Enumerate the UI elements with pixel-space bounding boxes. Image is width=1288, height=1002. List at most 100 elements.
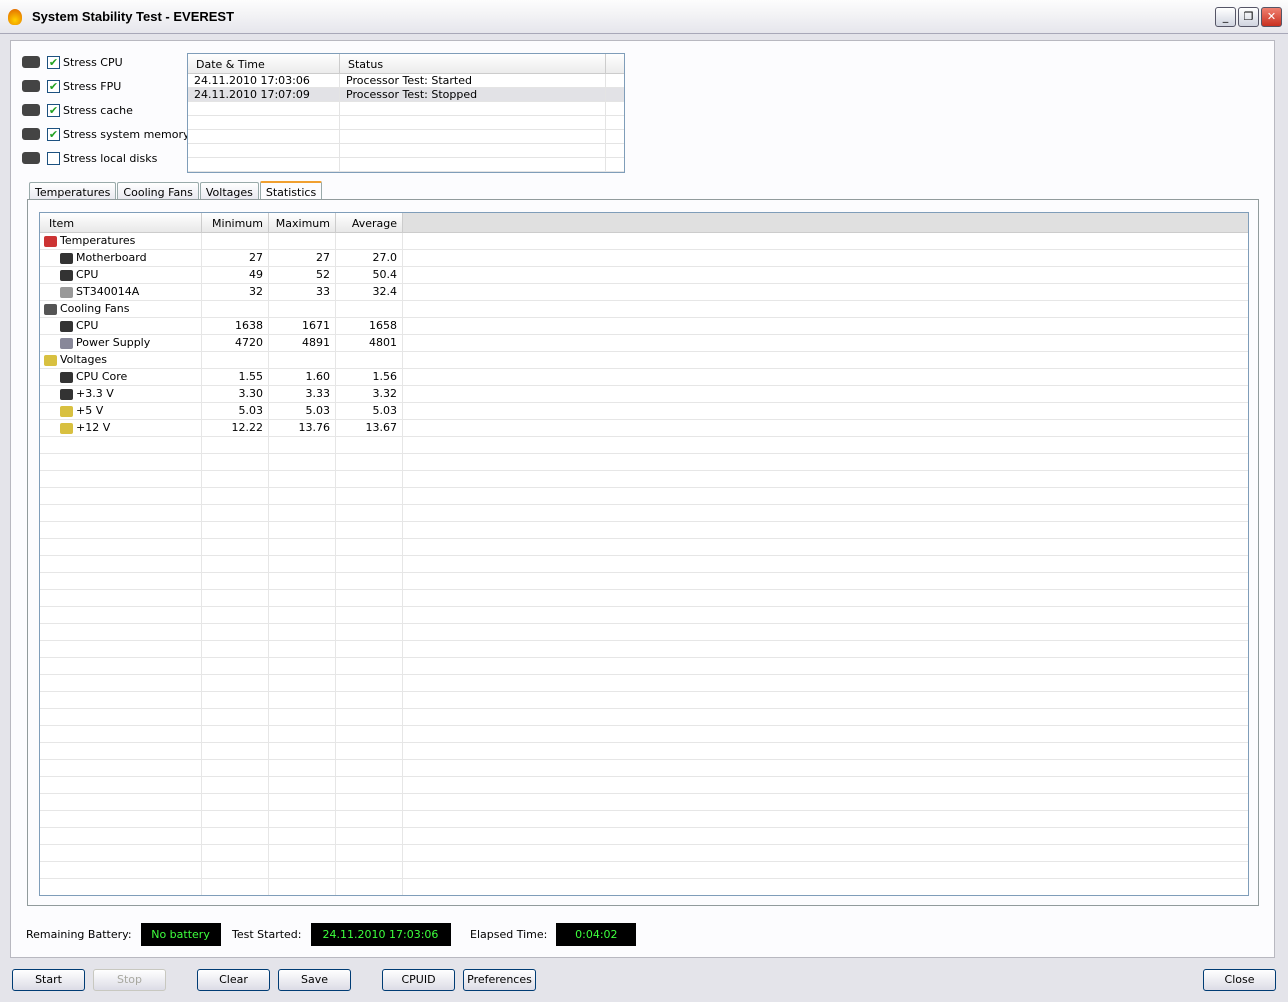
header-maximum[interactable]: Maximum	[269, 213, 336, 232]
stop-button[interactable]: Stop	[93, 969, 166, 991]
min-value	[202, 301, 269, 317]
table-row[interactable]: Voltages	[40, 352, 1248, 369]
empty-row[interactable]	[40, 573, 1248, 590]
stress-option[interactable]: Stress local disks	[22, 150, 157, 166]
empty-row[interactable]	[40, 845, 1248, 862]
checkbox[interactable]	[47, 151, 60, 165]
log-header-status[interactable]: Status	[340, 54, 606, 73]
empty-row[interactable]	[40, 658, 1248, 675]
cpuid-button[interactable]: CPUID	[382, 969, 455, 991]
log-row[interactable]	[188, 116, 624, 130]
empty-row[interactable]	[40, 862, 1248, 879]
table-row[interactable]: Power Supply 4720 4891 4801	[40, 335, 1248, 352]
log-time: 24.11.2010 17:07:09	[188, 88, 340, 101]
item-label: +3.3 V	[76, 387, 114, 400]
min-value: 27	[202, 250, 269, 266]
empty-row[interactable]	[40, 692, 1248, 709]
checkbox[interactable]: ✔	[47, 55, 60, 69]
log-row[interactable]	[188, 130, 624, 144]
header-item[interactable]: Item	[40, 213, 202, 232]
stress-option[interactable]: ✔ Stress system memory	[22, 126, 190, 142]
empty-row[interactable]	[40, 777, 1248, 794]
elapsed-value: 0:04:02	[556, 922, 637, 946]
save-button[interactable]: Save	[278, 969, 351, 991]
min-value: 1.55	[202, 369, 269, 385]
log-header-datetime[interactable]: Date & Time	[188, 54, 340, 73]
header-minimum[interactable]: Minimum	[202, 213, 269, 232]
log-time	[188, 144, 340, 157]
table-row[interactable]: Motherboard 27 27 27.0	[40, 250, 1248, 267]
preferences-button[interactable]: Preferences	[463, 969, 536, 991]
stress-option[interactable]: ✔ Stress FPU	[22, 78, 121, 94]
stress-option[interactable]: ✔ Stress CPU	[22, 54, 123, 70]
close-window-button[interactable]: ✕	[1261, 7, 1282, 27]
table-row[interactable]: Temperatures	[40, 233, 1248, 250]
test-started-label: Test Started:	[232, 927, 302, 941]
table-row[interactable]: +3.3 V 3.30 3.33 3.32	[40, 386, 1248, 403]
restore-button[interactable]: ❐	[1238, 7, 1259, 27]
avg-value: 4801	[336, 335, 403, 351]
item-label: ST340014A	[76, 285, 140, 298]
empty-row[interactable]	[40, 539, 1248, 556]
table-row[interactable]: CPU 49 52 50.4	[40, 267, 1248, 284]
battery-status: Remaining Battery: No battery	[26, 922, 221, 946]
table-row[interactable]: ST340014A 32 33 32.4	[40, 284, 1248, 301]
log-row[interactable]	[188, 144, 624, 158]
battery-value: No battery	[140, 922, 221, 946]
avg-value: 50.4	[336, 267, 403, 283]
checkbox[interactable]: ✔	[47, 127, 60, 141]
checkbox[interactable]: ✔	[47, 79, 60, 93]
empty-row[interactable]	[40, 794, 1248, 811]
empty-row[interactable]	[40, 488, 1248, 505]
empty-row[interactable]	[40, 760, 1248, 777]
table-row[interactable]: +12 V 12.22 13.76 13.67	[40, 420, 1248, 437]
empty-row[interactable]	[40, 709, 1248, 726]
empty-row[interactable]	[40, 828, 1248, 845]
log-row[interactable]	[188, 102, 624, 116]
min-value: 4720	[202, 335, 269, 351]
header-average[interactable]: Average	[336, 213, 403, 232]
item-label: +5 V	[76, 404, 104, 417]
item-label: Power Supply	[76, 336, 151, 349]
checkbox[interactable]: ✔	[47, 103, 60, 117]
min-value: 32	[202, 284, 269, 300]
empty-row[interactable]	[40, 726, 1248, 743]
log-row[interactable]	[188, 158, 624, 172]
avg-value	[336, 301, 403, 317]
table-row[interactable]: +5 V 5.03 5.03 5.03	[40, 403, 1248, 420]
empty-row[interactable]	[40, 471, 1248, 488]
avg-value: 32.4	[336, 284, 403, 300]
log-status	[340, 144, 606, 157]
empty-row[interactable]	[40, 590, 1248, 607]
close-button[interactable]: Close	[1203, 969, 1276, 991]
empty-row[interactable]	[40, 879, 1248, 895]
log-row[interactable]: 24.11.2010 17:07:09 Processor Test: Stopp…	[188, 88, 624, 102]
empty-row[interactable]	[40, 454, 1248, 471]
empty-row[interactable]	[40, 675, 1248, 692]
log-status	[340, 130, 606, 143]
table-row[interactable]: CPU Core 1.55 1.60 1.56	[40, 369, 1248, 386]
item-label: Motherboard	[76, 251, 147, 264]
stress-option[interactable]: ✔ Stress cache	[22, 102, 133, 118]
empty-row[interactable]	[40, 505, 1248, 522]
empty-row[interactable]	[40, 641, 1248, 658]
log-row[interactable]: 24.11.2010 17:03:06 Processor Test: Start…	[188, 74, 624, 88]
battery-label: Remaining Battery:	[26, 927, 132, 941]
empty-row[interactable]	[40, 556, 1248, 573]
empty-row[interactable]	[40, 743, 1248, 760]
empty-row[interactable]	[40, 522, 1248, 539]
option-label: Stress local disks	[63, 151, 158, 165]
empty-row[interactable]	[40, 607, 1248, 624]
empty-row[interactable]	[40, 437, 1248, 454]
table-row[interactable]: Cooling Fans	[40, 301, 1248, 318]
empty-row[interactable]	[40, 811, 1248, 828]
table-row[interactable]: CPU 1638 1671 1658	[40, 318, 1248, 335]
disk-icon	[60, 286, 73, 298]
clear-button[interactable]: Clear	[197, 969, 270, 991]
minimize-button[interactable]: _	[1215, 7, 1236, 27]
item-label: +12 V	[76, 421, 111, 434]
empty-row[interactable]	[40, 624, 1248, 641]
max-value: 52	[269, 267, 336, 283]
min-value: 1638	[202, 318, 269, 334]
start-button[interactable]: Start	[12, 969, 85, 991]
